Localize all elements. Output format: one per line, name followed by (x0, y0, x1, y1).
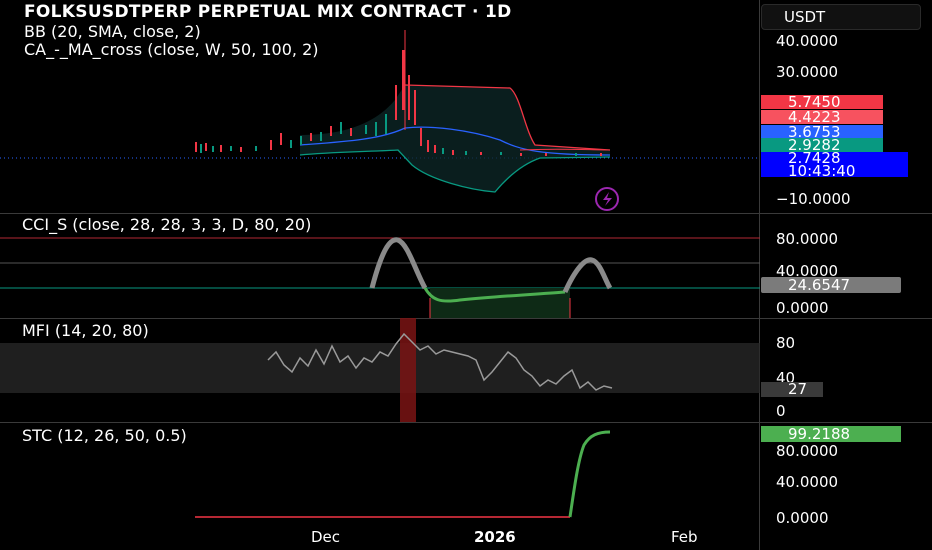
lightning-glyph (603, 192, 612, 206)
cci-axis-label: 80.0000 (776, 230, 839, 248)
cci-axis-label: 0.0000 (776, 299, 829, 317)
cci-curve-high (562, 257, 613, 294)
stc-value-tag: 99.2188 (761, 426, 901, 442)
mfi-axis-label: 80 (776, 334, 796, 352)
price-tag-ma: 4.4223 (761, 110, 883, 125)
cci-value-tag: 24.6547 (761, 277, 901, 293)
stc-axis-label: 0.0000 (776, 509, 829, 527)
bar-countdown: 10:43:40 (788, 162, 856, 180)
currency-selector[interactable]: USDT (761, 4, 921, 30)
mfi-band (0, 343, 760, 393)
cci-curve-high (369, 237, 428, 290)
price-axis-label: 40.0000 (776, 32, 839, 50)
price-axis-label: −10.0000 (776, 190, 851, 208)
last-price-tag: 2.7428 10:43:40 (761, 151, 908, 180)
stc-axis-label: 40.0000 (776, 473, 839, 491)
chart-canvas[interactable] (0, 0, 760, 550)
mfi-axis-label: 0 (776, 402, 786, 420)
mfi-value-tag: 27 (761, 382, 823, 397)
bollinger-fill (300, 85, 610, 192)
price-axis-label: 30.0000 (776, 63, 839, 81)
price-tag-upper-band: 5.7450 (761, 95, 883, 110)
stc-line (568, 430, 611, 518)
stc-axis-label: 80.0000 (776, 442, 839, 460)
mfi-overbought-highlight (400, 318, 416, 422)
